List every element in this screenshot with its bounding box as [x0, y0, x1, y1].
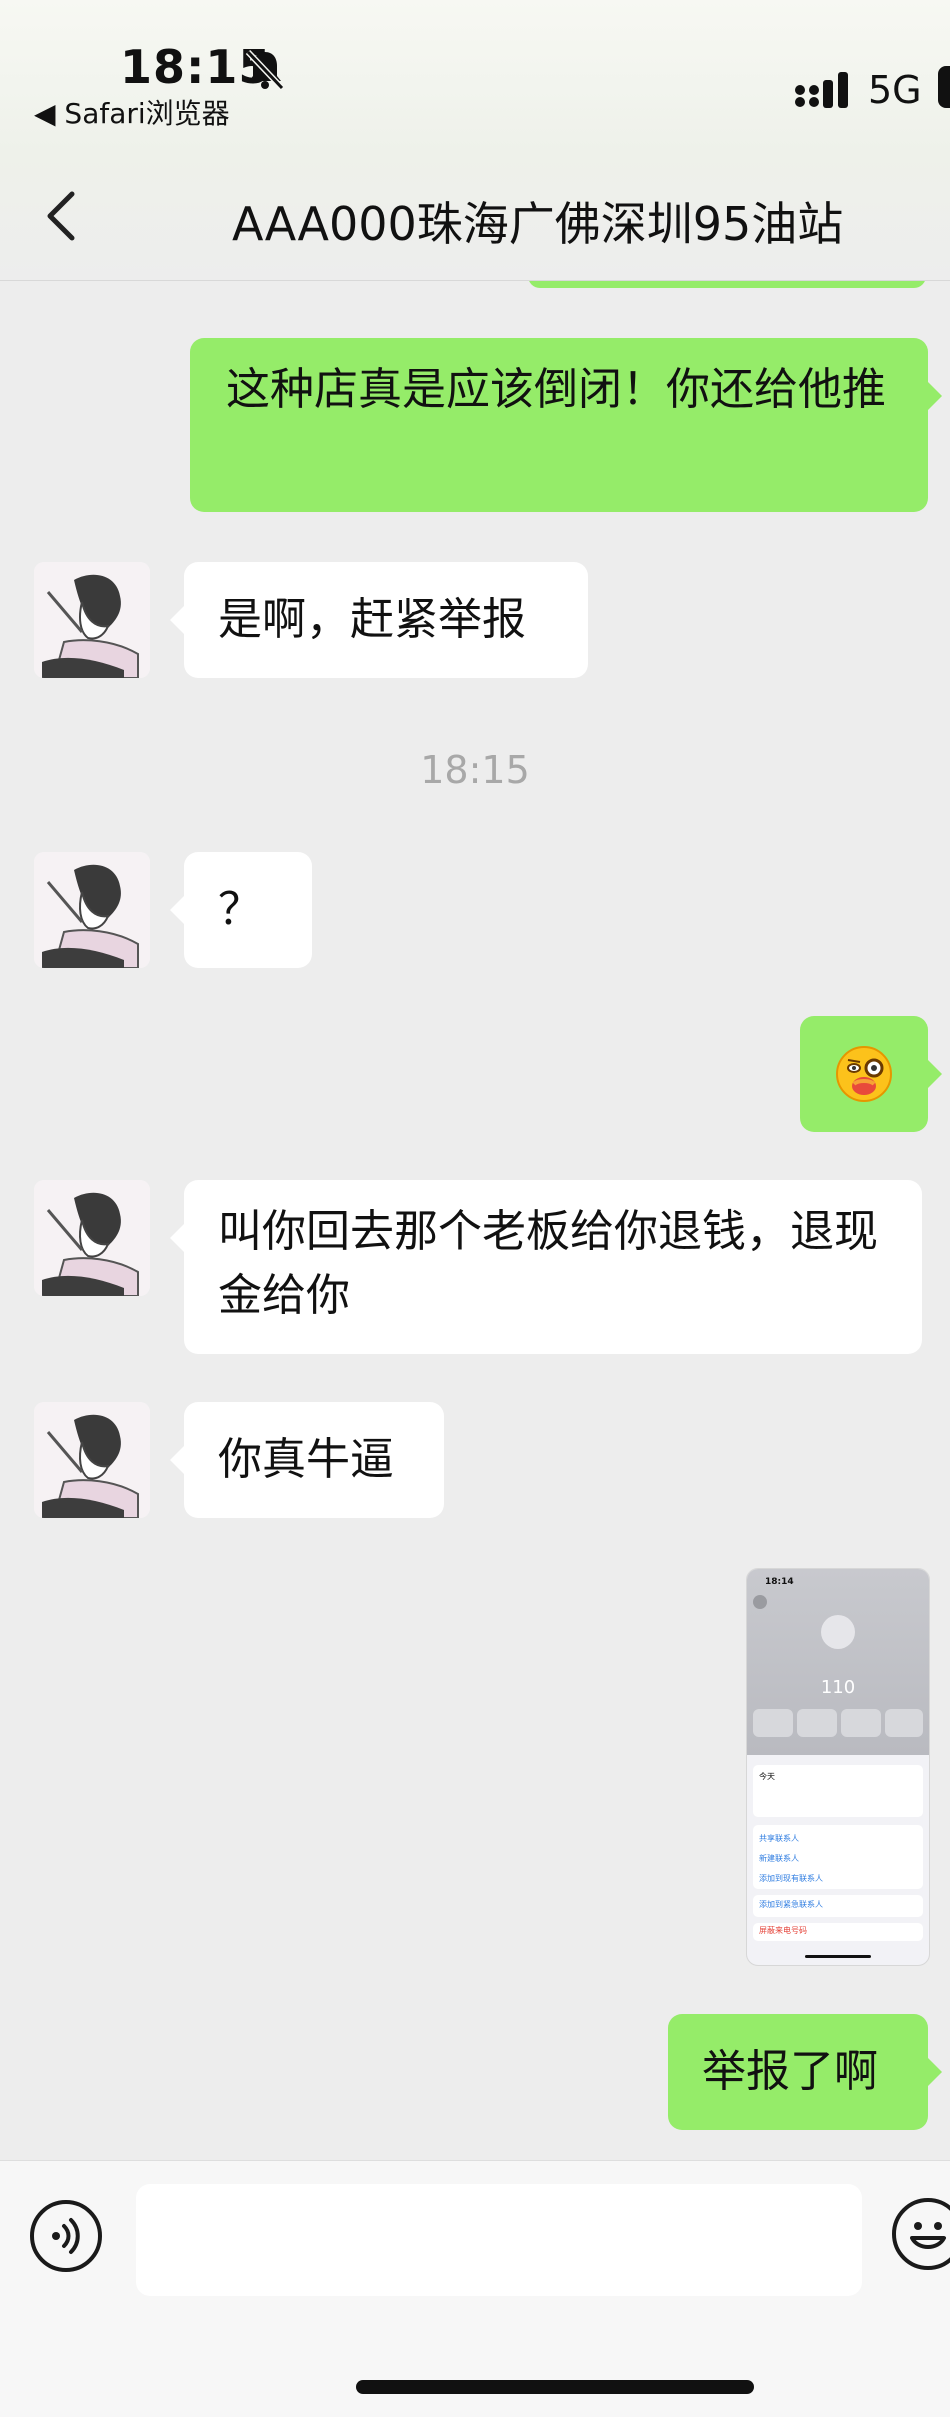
message-text: 这种店真是应该倒闭！你还给他推	[226, 364, 886, 415]
monocle-face-emoji-icon	[836, 1046, 892, 1102]
message-input[interactable]	[136, 2184, 862, 2296]
message-timestamp: 18:15	[420, 748, 530, 792]
battery-icon	[938, 66, 950, 108]
message-bubble-in[interactable]: ？	[170, 852, 312, 968]
thumb-share-contact: 共享联系人	[759, 1834, 799, 1843]
thumb-add-emergency: 添加到紧急联系人	[753, 1895, 923, 1917]
home-indicator	[356, 2380, 754, 2394]
avatar[interactable]	[34, 1402, 150, 1518]
thumb-mail-button	[885, 1709, 923, 1737]
message-bubble-in[interactable]: 你真牛逼	[170, 1402, 444, 1518]
message-bubble-in[interactable]: 是啊，赶紧举报	[170, 562, 588, 678]
thumb-time: 18:14	[765, 1577, 794, 1587]
avatar-image	[34, 562, 150, 678]
message-text: 是啊，赶紧举报	[218, 594, 526, 645]
emoji-button[interactable]	[892, 2198, 950, 2270]
signal-icon	[795, 72, 848, 108]
thumb-message-button	[753, 1709, 793, 1737]
thumb-contact-avatar	[821, 1615, 855, 1649]
chat-title: AAA000珠海广佛深圳95油站	[232, 197, 844, 251]
sent-image-thumbnail[interactable]: 18:14 110 今天 共享联系人 新建联系人 添加到现有联系人 添加到紧急联…	[746, 1568, 930, 1966]
thumb-actions: 共享联系人 新建联系人 添加到现有联系人	[753, 1825, 923, 1889]
thumb-new-contact: 新建联系人	[759, 1854, 799, 1863]
message-text: 叫你回去那个老板给你退钱，退现金给你	[218, 1206, 878, 1321]
message-bubble-out-emoji[interactable]	[800, 1016, 942, 1132]
voice-input-button[interactable]	[30, 2200, 102, 2272]
message-text: 举报了啊	[702, 2046, 878, 2097]
thumb-header: 18:14 110	[747, 1569, 929, 1755]
thumb-home-indicator	[805, 1955, 871, 1958]
avatar[interactable]	[34, 562, 150, 678]
message-bubble-out[interactable]: 这种店真是应该倒闭！你还给他推	[190, 338, 942, 512]
back-arrow-icon[interactable]	[40, 188, 84, 244]
message-text: 你真牛逼	[218, 1434, 394, 1485]
avatar-image	[34, 1402, 150, 1518]
bell-muted-icon	[245, 49, 285, 91]
smiley-icon	[910, 2222, 946, 2249]
avatar-image	[34, 1180, 150, 1296]
avatar-image	[34, 852, 150, 968]
avatar[interactable]	[34, 852, 150, 968]
thumb-today-label: 今天	[759, 1772, 775, 1781]
avatar[interactable]	[34, 1180, 150, 1296]
thumb-video-button	[841, 1709, 881, 1737]
thumb-block-caller: 屏蔽来电号码	[753, 1923, 923, 1941]
back-to-safari-link[interactable]: ◀ Safari浏览器	[34, 92, 230, 132]
thumb-add-existing: 添加到现有联系人	[759, 1874, 823, 1883]
message-bubble-in[interactable]: 叫你回去那个老板给你退钱，退现金给你	[170, 1180, 922, 1354]
network-type: 5G	[868, 68, 922, 112]
thumb-call-button	[797, 1709, 837, 1737]
message-text: ？	[218, 884, 262, 935]
thumb-back-icon	[753, 1595, 767, 1609]
voice-icon	[52, 2218, 80, 2254]
thumb-number: 110	[820, 1677, 856, 1698]
top-bar: 18:15 ◀ Safari浏览器 5G AAA000珠海广佛深圳95油站	[0, 0, 950, 281]
message-bubble-out[interactable]: 举报了啊	[668, 2014, 942, 2130]
thumb-recents: 今天	[753, 1765, 923, 1817]
